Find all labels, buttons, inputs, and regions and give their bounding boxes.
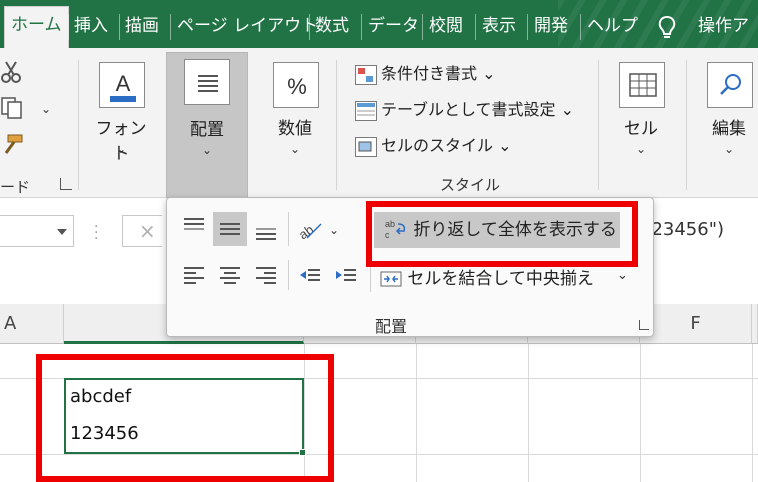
number-button-label: 数値: [278, 119, 312, 139]
chevron-down-icon: ⌄: [482, 64, 496, 83]
middle-align-icon[interactable]: [213, 212, 247, 246]
tab-insert[interactable]: 挿入: [68, 8, 114, 48]
ribbon-separator: [598, 60, 599, 190]
conditional-formatting-label: 条件付き書式: [381, 64, 478, 83]
column-gridline: [528, 344, 529, 482]
chevron-down-icon: ⌄: [560, 100, 575, 119]
alignment-button[interactable]: 配置 ⌄: [166, 52, 248, 198]
align-icon: [184, 59, 230, 105]
merge-and-center-button[interactable]: セルを結合して中央揃え: [380, 264, 594, 294]
name-box-dropdown-icon[interactable]: [57, 229, 67, 235]
column-header-g[interactable]: [752, 304, 758, 344]
conditional-formatting-button[interactable]: 条件付き書式 ⌄: [355, 59, 496, 89]
search-icon: [707, 62, 753, 108]
cell-styles-icon: [355, 136, 377, 157]
ribbon-separator: [78, 60, 79, 190]
wrap-text-highlight: [366, 201, 638, 267]
merge-center-icon: [380, 268, 402, 287]
ribbon-tab-bar: ホーム 挿入 描画 ページ レイアウト 数式 データ 校閲 表示 開発 ヘルプ …: [0, 0, 758, 48]
orientation-icon[interactable]: ab ⌄: [295, 212, 341, 246]
number-button[interactable]: % 数値 ⌄: [262, 56, 328, 194]
editing-button-label: 編集: [712, 119, 746, 139]
format-as-table-button[interactable]: テーブルとして書式設定 ⌄: [355, 95, 574, 125]
cells-button-label: セル: [624, 119, 658, 139]
alignment-dialog-launcher-icon[interactable]: [639, 320, 649, 330]
decrease-indent-icon[interactable]: [293, 258, 327, 292]
tab-developer[interactable]: 開発: [528, 8, 574, 48]
tab-formulas[interactable]: 数式: [309, 8, 355, 48]
ribbon-separator: [686, 60, 687, 190]
cell-highlight: [36, 354, 334, 482]
column-gridline: [416, 344, 417, 482]
format-painter-icon[interactable]: [0, 132, 24, 156]
font-button[interactable]: A フォント ⌄: [88, 56, 154, 194]
conditional-formatting-icon: [355, 64, 377, 85]
panel-separator: [288, 212, 289, 246]
tab-home[interactable]: ホーム: [4, 6, 69, 48]
align-left-icon[interactable]: [177, 258, 211, 292]
formula-bar-handle-icon[interactable]: · · ·: [94, 220, 98, 246]
align-right-icon[interactable]: [249, 258, 283, 292]
chevron-down-icon: ⌄: [498, 136, 512, 155]
font-button-label: フォント: [95, 119, 147, 164]
tab-data[interactable]: データ: [362, 8, 425, 48]
tab-page-layout[interactable]: ページ レイアウト: [171, 8, 324, 48]
bottom-align-icon[interactable]: [249, 212, 283, 246]
chevron-down-icon: ⌄: [635, 142, 647, 156]
top-align-icon[interactable]: [177, 212, 211, 246]
format-as-table-icon: [355, 100, 377, 121]
column-header-f[interactable]: F: [640, 304, 752, 344]
merge-dropdown-chevron-icon[interactable]: ⌄: [617, 268, 628, 283]
ribbon: ⌄ ード A フォント ⌄ 配置 ⌄ % 数値 ⌄ 条件付き書式 ⌄ テーブルと…: [0, 48, 758, 198]
lightbulb-icon[interactable]: [656, 14, 678, 42]
editing-button[interactable]: 編集 ⌄: [696, 56, 758, 194]
increase-indent-icon[interactable]: [329, 258, 363, 292]
svg-text:%: %: [287, 74, 307, 99]
clipboard-dialog-launcher-icon[interactable]: [60, 178, 72, 190]
tab-help[interactable]: ヘルプ: [581, 8, 644, 48]
cancel-icon[interactable]: ×: [139, 219, 156, 243]
tell-me-search[interactable]: 操作アシ: [692, 8, 758, 48]
tab-view[interactable]: 表示: [476, 8, 522, 48]
align-center-icon[interactable]: [213, 258, 247, 292]
chevron-down-icon: ⌄: [201, 143, 213, 157]
merge-center-label: セルを結合して中央揃え: [407, 269, 594, 289]
copy-icon[interactable]: [0, 96, 26, 120]
panel-separator: [288, 260, 289, 290]
cells-button[interactable]: セル ⌄: [608, 56, 674, 194]
name-box[interactable]: [0, 215, 74, 247]
svg-text:⌄: ⌄: [329, 223, 339, 237]
cell-styles-button[interactable]: セルのスタイル ⌄: [355, 131, 512, 161]
tab-review[interactable]: 校閲: [423, 8, 469, 48]
svg-text:A: A: [116, 71, 131, 96]
column-header-a[interactable]: A: [0, 304, 64, 344]
percent-icon: %: [273, 62, 319, 108]
column-gridline: [640, 344, 641, 482]
styles-group-label: スタイル: [440, 176, 501, 194]
ribbon-separator: [336, 60, 337, 190]
chevron-down-icon: ⌄: [723, 142, 735, 156]
cells-icon: [619, 62, 665, 108]
column-gridline: [752, 344, 753, 482]
alignment-button-label: 配置: [190, 120, 224, 140]
alignment-group-label: 配置: [375, 317, 408, 336]
cut-icon[interactable]: [0, 60, 22, 84]
format-as-table-label: テーブルとして書式設定: [381, 100, 556, 119]
chevron-down-icon: ⌄: [289, 142, 301, 156]
font-icon: A: [99, 62, 145, 108]
formula-bar-buttons: ×: [122, 215, 162, 247]
cell-styles-label: セルのスタイル: [381, 136, 494, 155]
tab-draw[interactable]: 描画: [119, 8, 165, 48]
clipboard-group-label: ード: [0, 178, 31, 196]
chevron-down-icon: ⌄: [115, 142, 127, 156]
copy-dropdown-chevron-icon[interactable]: ⌄: [41, 102, 51, 116]
